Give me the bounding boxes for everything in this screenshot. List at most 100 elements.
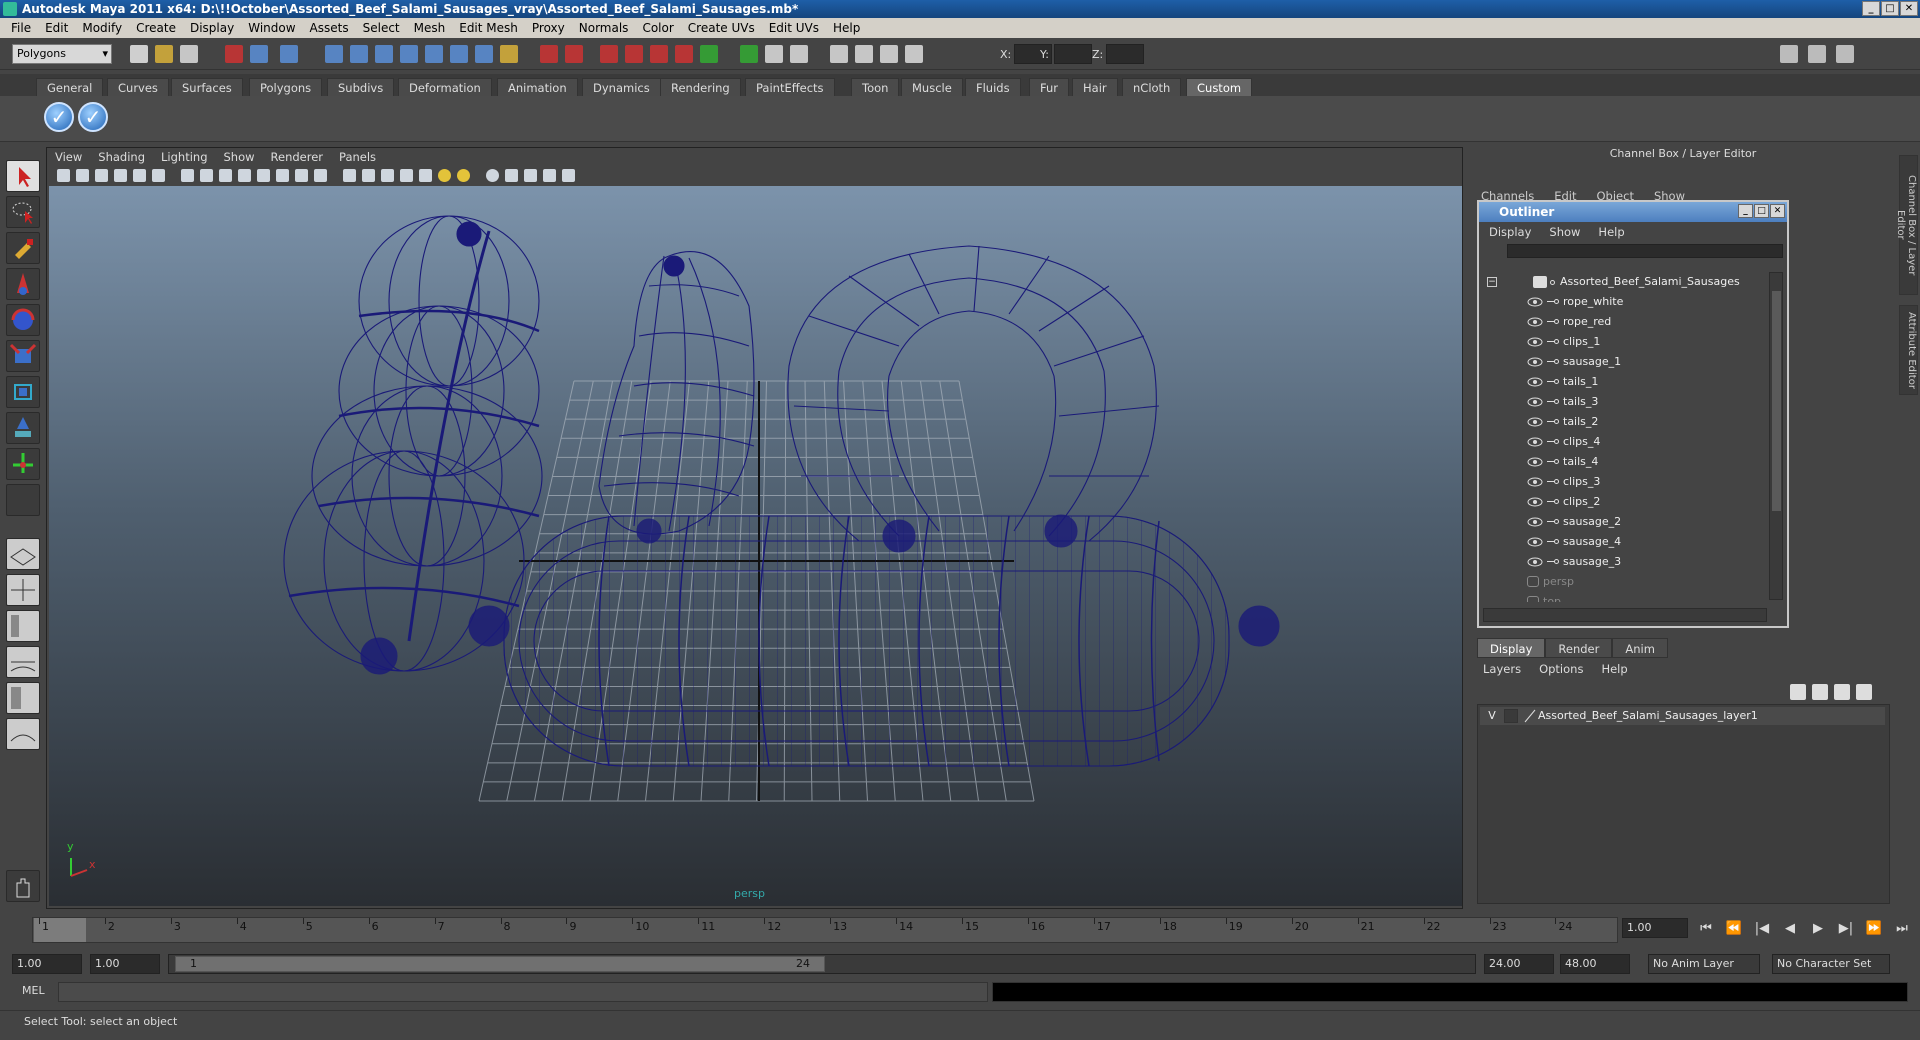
status-tool-icon[interactable] — [675, 45, 693, 63]
panel-toggle-icon[interactable] — [1836, 45, 1854, 63]
outliner-item-tails-2[interactable]: tails_2 — [1483, 412, 1773, 432]
animation-end-field[interactable]: 48.00 — [1560, 954, 1630, 974]
custom-shelf-button-2[interactable]: ✓ — [78, 102, 108, 132]
outliner-scroll-thumb[interactable] — [1772, 291, 1781, 511]
range-slider-thumb[interactable]: 1 24 — [175, 956, 825, 972]
menu-normals[interactable]: Normals — [572, 21, 636, 35]
shelf-tab-animation[interactable]: Animation — [497, 78, 578, 96]
status-tool-icon[interactable] — [475, 45, 493, 63]
step-back-key-button[interactable]: ⏪ — [1724, 920, 1744, 938]
menu-create[interactable]: Create — [129, 21, 183, 35]
viewport-tool-icon[interactable] — [486, 169, 499, 182]
layout-single-perspective[interactable] — [6, 538, 40, 570]
status-tool-icon[interactable] — [225, 45, 243, 63]
status-tool-icon[interactable] — [855, 45, 873, 63]
mode-selector[interactable]: Polygons ▾ — [12, 44, 112, 64]
viewport-tool-icon[interactable] — [295, 169, 308, 182]
sausage-4-mesh[interactable] — [468, 515, 1280, 767]
shelf-tab-hair[interactable]: Hair — [1072, 78, 1118, 96]
outliner-menu-show[interactable]: Show — [1549, 225, 1580, 239]
status-tool-icon[interactable] — [400, 45, 418, 63]
viewport-tool-icon[interactable] — [219, 169, 232, 182]
playback-start-field[interactable]: 1.00 — [90, 954, 160, 974]
viewport-menu-lighting[interactable]: Lighting — [161, 150, 207, 164]
lasso-select-bottom[interactable] — [6, 870, 40, 902]
panel-toggle-icon[interactable] — [1808, 45, 1826, 63]
layer-tab-anim[interactable]: Anim — [1612, 638, 1668, 658]
status-tool-icon[interactable] — [700, 45, 718, 63]
status-tool-icon[interactable] — [650, 45, 668, 63]
outliner-item-sausage-2[interactable]: sausage_2 — [1483, 512, 1773, 532]
step-forward-frame-button[interactable]: ▶| — [1836, 920, 1856, 938]
status-tool-icon[interactable] — [155, 45, 173, 63]
viewport-tool-icon[interactable] — [457, 169, 470, 182]
menu-window[interactable]: Window — [241, 21, 302, 35]
menu-file[interactable]: File — [4, 21, 38, 35]
shelf-tab-fur[interactable]: Fur — [1029, 78, 1070, 96]
layer-row[interactable]: V Assorted_Beef_Salami_Sausages_layer1 — [1480, 707, 1885, 725]
status-tool-icon[interactable] — [130, 45, 148, 63]
status-tool-icon[interactable] — [625, 45, 643, 63]
play-backwards-button[interactable]: ◀ — [1780, 920, 1800, 938]
status-tool-icon[interactable] — [830, 45, 848, 63]
viewport-menu-show[interactable]: Show — [224, 150, 255, 164]
menu-help[interactable]: Help — [826, 21, 867, 35]
status-tool-icon[interactable] — [325, 45, 343, 63]
viewport-canvas[interactable]: y x persp — [49, 186, 1462, 906]
menu-select[interactable]: Select — [356, 21, 407, 35]
y-field[interactable] — [1054, 44, 1092, 64]
status-tool-icon[interactable] — [425, 45, 443, 63]
outliner-item-clips-1[interactable]: clips_1 — [1483, 332, 1773, 352]
go-to-start-button[interactable]: ⏮ — [1696, 920, 1716, 938]
viewport-tool-icon[interactable] — [524, 169, 537, 182]
play-forwards-button[interactable]: ▶ — [1808, 920, 1828, 938]
outliner-item-sausage-1[interactable]: sausage_1 — [1483, 352, 1773, 372]
shelf-tab-general[interactable]: General — [36, 78, 104, 96]
custom-shelf-button-1[interactable]: ✓ — [44, 102, 74, 132]
layout-persp-graph[interactable] — [6, 646, 40, 678]
viewport-tool-icon[interactable] — [57, 169, 70, 182]
viewport-tool-icon[interactable] — [505, 169, 518, 182]
select-tool[interactable] — [6, 160, 40, 192]
layout-graph-bottom[interactable] — [6, 718, 40, 750]
outliner-root-item[interactable]: − Assorted_Beef_Salami_Sausages — [1483, 272, 1773, 292]
side-tab-channel-box[interactable]: Channel Box / Layer Editor — [1895, 155, 1918, 295]
viewport-tool-icon[interactable] — [276, 169, 289, 182]
layer-options-icon[interactable] — [1834, 684, 1850, 700]
layer-color-swatch[interactable] — [1524, 709, 1536, 723]
outliner-menu-display[interactable]: Display — [1489, 225, 1531, 239]
viewport-tool-icon[interactable] — [76, 169, 89, 182]
shelf-tab-subdivs[interactable]: Subdivs — [327, 78, 395, 96]
viewport-tool-icon[interactable] — [562, 169, 575, 182]
menu-modify[interactable]: Modify — [75, 21, 129, 35]
status-tool-icon[interactable] — [280, 45, 298, 63]
status-tool-icon[interactable] — [905, 45, 923, 63]
viewport-menu-panels[interactable]: Panels — [339, 150, 376, 164]
outliner-item-sausage-3[interactable]: sausage_3 — [1483, 552, 1773, 572]
z-field[interactable] — [1106, 44, 1144, 64]
status-tool-icon[interactable] — [600, 45, 618, 63]
outliner-item-tails-3[interactable]: tails_3 — [1483, 392, 1773, 412]
expand-collapse-icon[interactable]: − — [1487, 277, 1497, 287]
layout-persp-outliner[interactable] — [6, 610, 40, 642]
outliner-filter-input[interactable] — [1507, 244, 1783, 258]
outliner-close-button[interactable]: ✕ — [1770, 204, 1785, 218]
outliner-item-sausage-4[interactable]: sausage_4 — [1483, 532, 1773, 552]
menu-proxy[interactable]: Proxy — [525, 21, 572, 35]
menu-assets[interactable]: Assets — [303, 21, 356, 35]
step-forward-key-button[interactable]: ⏩ — [1864, 920, 1884, 938]
minimize-button[interactable]: _ — [1862, 1, 1880, 16]
shelf-tab-painteffects[interactable]: PaintEffects — [745, 78, 835, 96]
shelf-tab-rendering[interactable]: Rendering — [660, 78, 741, 96]
viewport-tool-icon[interactable] — [114, 169, 127, 182]
layer-visibility-toggle[interactable]: V — [1484, 707, 1500, 725]
viewport-tool-icon[interactable] — [200, 169, 213, 182]
panel-toggle-icon[interactable] — [1780, 45, 1798, 63]
outliner-titlebar[interactable]: Outliner _ □ ✕ — [1479, 202, 1787, 222]
time-slider-track[interactable]: 1 2 3 4 5 6 7 8 9 10 11 12 13 14 15 16 17 18 19 20 21 22 23 24 — [32, 917, 1618, 943]
viewport-tool-icon[interactable] — [257, 169, 270, 182]
outliner-minimize-button[interactable]: _ — [1738, 204, 1753, 218]
viewport-tool-icon[interactable] — [181, 169, 194, 182]
viewport-tool-icon[interactable] — [400, 169, 413, 182]
shelf-tab-toon[interactable]: Toon — [851, 78, 900, 96]
